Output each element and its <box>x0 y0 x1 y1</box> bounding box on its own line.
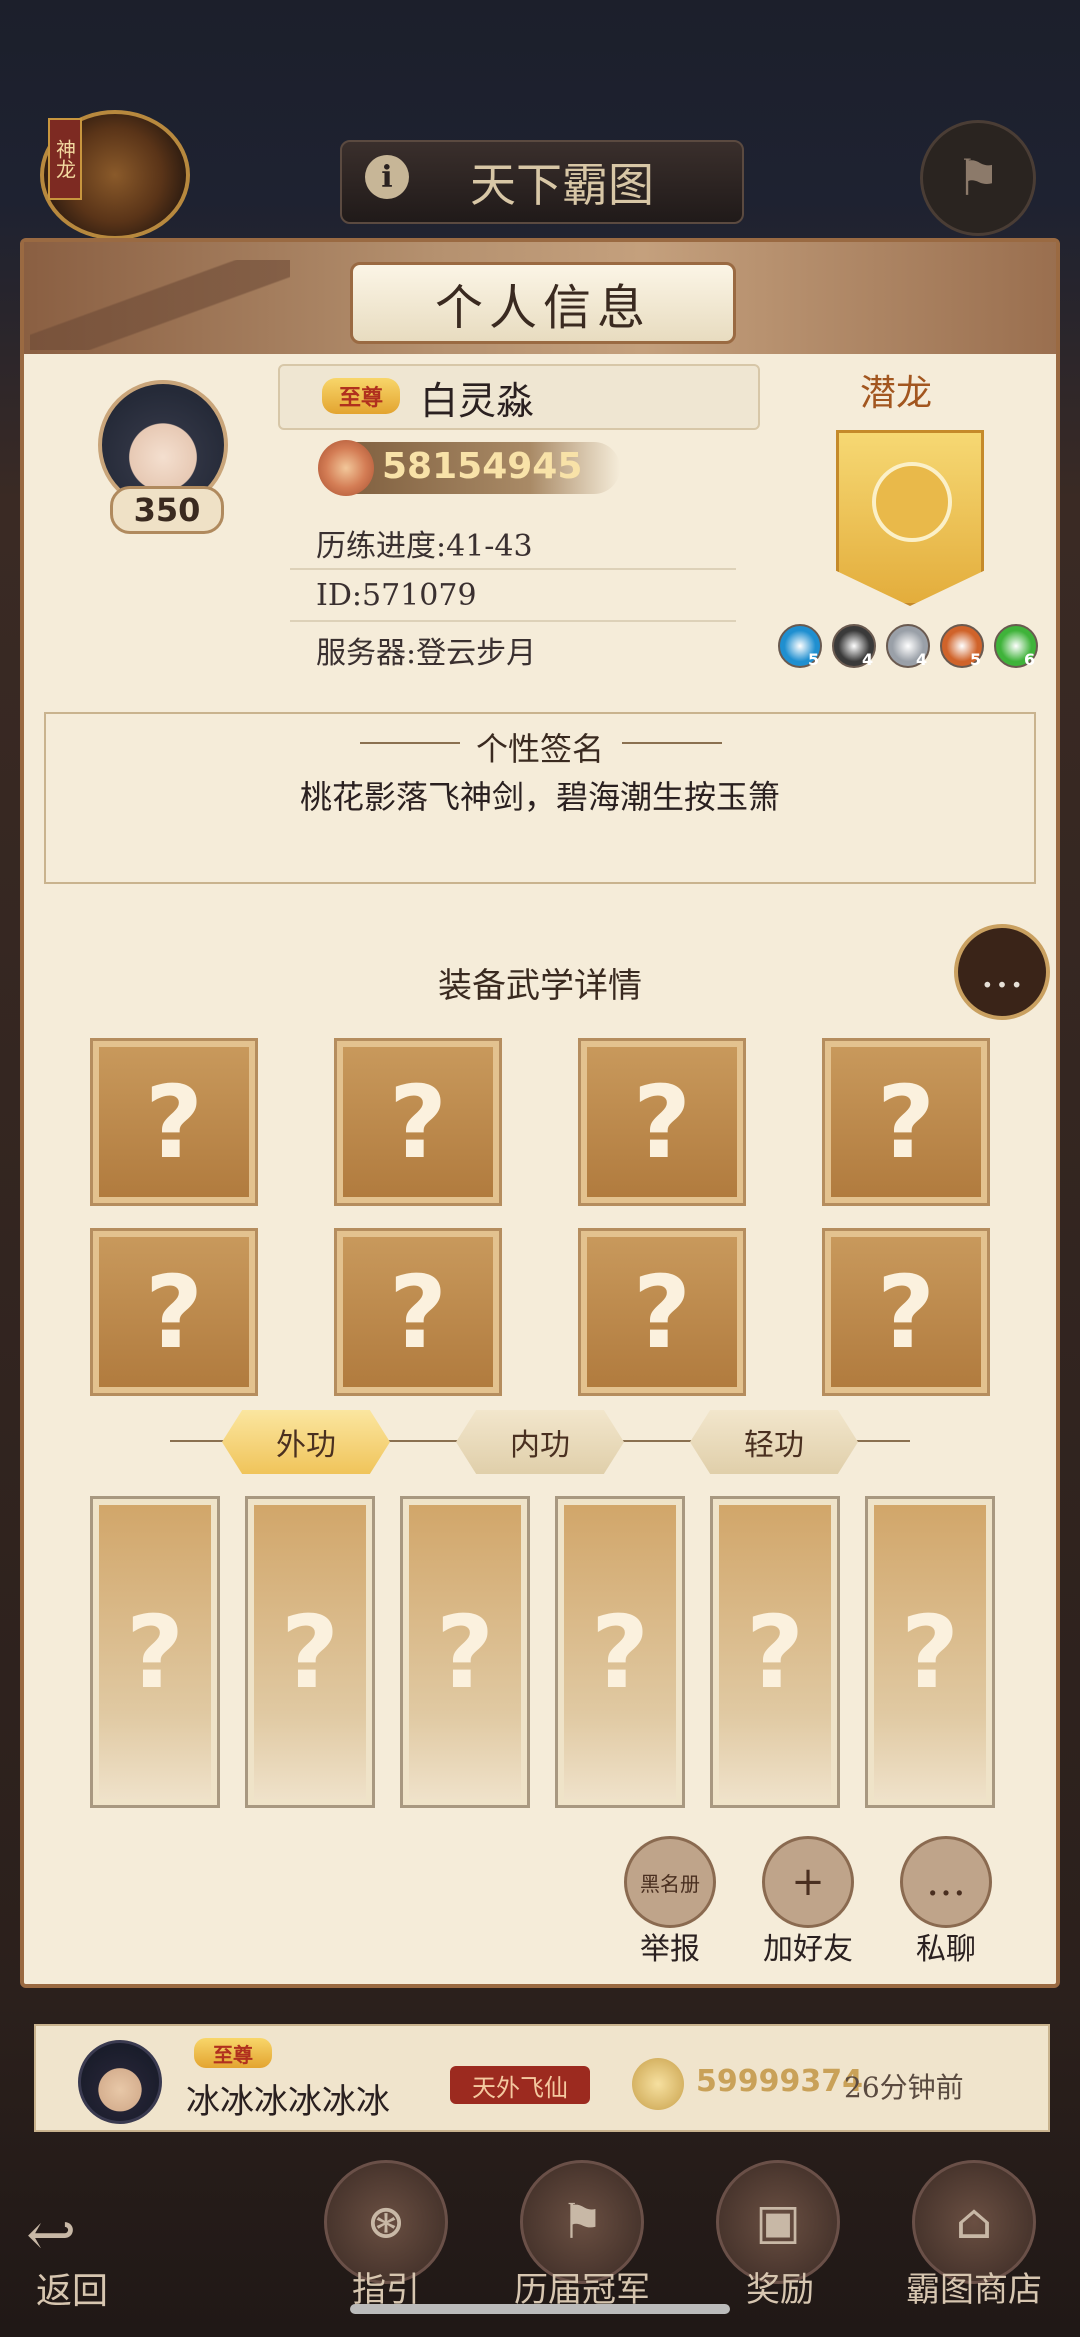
report-icon[interactable]: 黑名册 <box>624 1836 716 1928</box>
private-chat-button[interactable]: 私聊 <box>876 1924 1016 1968</box>
gem-count: 5 <box>970 650 982 669</box>
gem-count: 4 <box>916 650 928 669</box>
signature-title: 个性签名 <box>475 730 604 768</box>
add-friend-button[interactable]: 加好友 <box>738 1924 878 1968</box>
rank-title: 潜龙 <box>860 373 933 414</box>
report-button[interactable]: 举报 <box>600 1924 740 1968</box>
page-title-text: 天下霸图 <box>470 158 654 212</box>
record-title-badge: 天外飞仙 <box>450 2066 590 2104</box>
nav-shop[interactable]: 霸图商店 <box>874 2262 1074 2311</box>
tab-qinggong[interactable]: 轻功 <box>690 1410 858 1474</box>
record-name: 冰冰冰冰冰冰 <box>186 2082 390 2122</box>
badge-tag: 神龙 <box>48 118 82 200</box>
tab-neigong[interactable]: 内功 <box>456 1410 624 1474</box>
gem-count: 5 <box>808 650 820 669</box>
dragon-icon <box>872 462 952 542</box>
gem-count: 4 <box>862 650 874 669</box>
equip-slot[interactable]: ? <box>578 1038 746 1206</box>
add-friend-icon[interactable]: + <box>762 1836 854 1928</box>
equip-slot[interactable]: ? <box>90 1038 258 1206</box>
private-chat-icon[interactable]: … <box>900 1836 992 1928</box>
mountain-decoration <box>30 260 290 350</box>
panel-title: 个人信息 <box>350 262 736 344</box>
skill-card[interactable]: ? <box>555 1496 685 1808</box>
skill-card[interactable]: ? <box>90 1496 220 1808</box>
skill-card[interactable]: ? <box>710 1496 840 1808</box>
record-time: 26分钟前 <box>844 2071 964 2104</box>
back-button[interactable]: 返回 <box>36 2262 108 2314</box>
equip-slot[interactable]: ? <box>90 1228 258 1396</box>
gem-count: 6 <box>1024 650 1036 669</box>
server-text: 服务器:登云步月 <box>316 636 537 671</box>
skill-card[interactable]: ? <box>245 1496 375 1808</box>
equip-title: 装备武学详情 <box>438 966 642 1006</box>
progress-text: 历练进度:41-43 <box>290 518 736 570</box>
tab-waigong[interactable]: 外功 <box>222 1410 390 1474</box>
level-badge: 350 <box>110 486 224 534</box>
power-icon <box>318 440 374 496</box>
skill-card[interactable]: ? <box>400 1496 530 1808</box>
back-arrow-icon[interactable]: ↩ <box>26 2200 76 2270</box>
equip-slot[interactable]: ? <box>578 1228 746 1396</box>
record-power: 59999374 <box>696 2064 863 2099</box>
power-value: 58154945 <box>382 446 583 487</box>
skill-card[interactable]: ? <box>865 1496 995 1808</box>
avatar[interactable] <box>78 2040 162 2124</box>
vip-tag: 至尊 <box>194 2038 272 2068</box>
signature-text: 桃花影落飞神剑，碧海潮生按玉箫 <box>299 778 780 816</box>
equip-slot[interactable]: ? <box>334 1038 502 1206</box>
power-icon <box>632 2058 684 2110</box>
player-name: 白灵淼 <box>420 379 535 423</box>
equip-slot[interactable]: ? <box>822 1228 990 1396</box>
home-indicator <box>350 2304 730 2314</box>
equip-slot[interactable]: ? <box>822 1038 990 1206</box>
vip-tag: 至尊 <box>322 378 400 414</box>
flag-icon[interactable]: ⚑ <box>920 120 1036 236</box>
player-id: ID:571079 <box>290 570 736 622</box>
info-icon[interactable]: i <box>365 155 409 199</box>
equip-slot[interactable]: ? <box>334 1228 502 1396</box>
